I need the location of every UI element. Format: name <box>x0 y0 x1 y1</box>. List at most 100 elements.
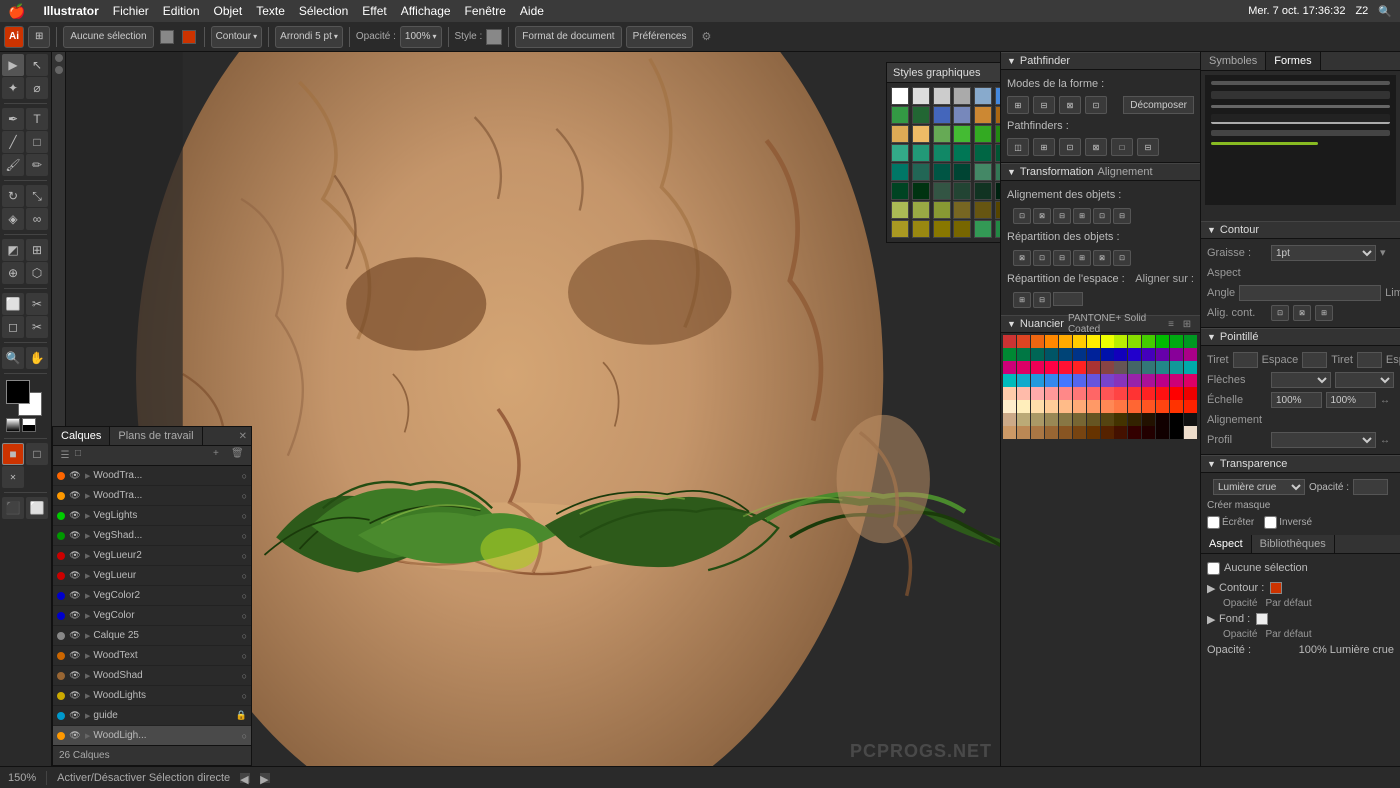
magic-wand-tool[interactable]: ✦ <box>2 77 24 99</box>
layer-lock[interactable]: ○ <box>242 731 247 741</box>
nuancier-swatch[interactable] <box>1087 361 1100 374</box>
layer-item[interactable]: 👁▶Calque 25○ <box>53 626 251 646</box>
style-swatch-item[interactable] <box>891 201 909 219</box>
layer-expand[interactable]: ▶ <box>85 492 90 500</box>
pf-intersect-btn[interactable]: ⊠ <box>1059 96 1081 114</box>
style-swatch-item[interactable] <box>995 201 1000 219</box>
style-swatch-item[interactable] <box>912 182 930 200</box>
alig-center-btn[interactable]: ⊠ <box>1293 305 1311 321</box>
nuancier-swatch[interactable] <box>1114 374 1127 387</box>
nuancier-swatch[interactable] <box>1073 387 1086 400</box>
fleches-end-select[interactable] <box>1335 372 1395 388</box>
style-swatch-item[interactable] <box>891 87 909 105</box>
nuancier-swatch[interactable] <box>1156 348 1169 361</box>
forme-line-5[interactable] <box>1211 130 1390 136</box>
toolbar-options-btn[interactable]: ⚙ <box>701 30 711 43</box>
nuancier-swatch[interactable] <box>1059 348 1072 361</box>
tiret1-input[interactable] <box>1233 352 1258 368</box>
nuancier-swatch[interactable] <box>1156 426 1169 439</box>
style-swatch-item[interactable] <box>933 144 951 162</box>
shear-tool[interactable]: ◈ <box>2 208 24 230</box>
nuancier-swatch[interactable] <box>1059 400 1072 413</box>
style-swatch-item[interactable] <box>891 163 909 181</box>
nuancier-swatch[interactable] <box>1142 400 1155 413</box>
nuancier-swatch[interactable] <box>1059 426 1072 439</box>
inverse-checkbox[interactable] <box>1264 516 1277 529</box>
nuancier-swatch[interactable] <box>1128 374 1141 387</box>
align-top-btn[interactable]: ⊞ <box>1073 208 1091 224</box>
nuancier-swatch[interactable] <box>1101 426 1114 439</box>
bibliotheques-tab[interactable]: Bibliothèques <box>1252 535 1335 553</box>
nuancier-header[interactable]: ▼ Nuancier PANTONE+ Solid Coated ≡ ⊞ <box>1001 315 1200 333</box>
style-swatch-item[interactable] <box>995 182 1000 200</box>
fond-color-swatch[interactable] <box>1256 613 1268 625</box>
pathfinder-header[interactable]: ▼ Pathfinder <box>1001 52 1200 70</box>
nuancier-swatch[interactable] <box>1170 413 1183 426</box>
navigator-btn[interactable]: ◀ <box>240 773 250 783</box>
menu-aide[interactable]: Aide <box>520 4 544 18</box>
zoom-tool[interactable]: 🔍 <box>2 347 24 369</box>
contour-color-swatch[interactable] <box>1270 582 1282 594</box>
nuancier-swatch[interactable] <box>1101 335 1114 348</box>
nuancier-swatch[interactable] <box>1156 400 1169 413</box>
forme-line-1[interactable] <box>1211 81 1390 85</box>
layer-expand[interactable]: ▶ <box>85 732 90 740</box>
nuancier-swatch[interactable] <box>1184 335 1197 348</box>
distrib-top-btn[interactable]: ⊠ <box>1013 250 1031 266</box>
transparence-header[interactable]: ▼ Transparence <box>1201 455 1400 473</box>
profil-select[interactable] <box>1271 432 1376 448</box>
nuancier-swatch[interactable] <box>1045 413 1058 426</box>
preferences-btn[interactable]: Préférences <box>626 26 694 48</box>
layer-item[interactable]: 👁▶WoodLigh...○ <box>53 726 251 745</box>
color-swatch-mini[interactable] <box>182 30 196 44</box>
nuancier-swatch[interactable] <box>1128 387 1141 400</box>
layer-visibility[interactable]: 👁 <box>68 549 82 563</box>
screen-mode-btn[interactable]: ⬛ <box>2 497 24 519</box>
blend-tool[interactable]: ∞ <box>26 208 48 230</box>
foreground-swatch[interactable] <box>6 380 30 404</box>
layer-expand[interactable]: ▶ <box>85 712 90 720</box>
type-tool[interactable]: T <box>26 108 48 130</box>
echelle2-input[interactable] <box>1326 392 1377 408</box>
align-hcenter-btn[interactable]: ⊠ <box>1033 208 1051 224</box>
nuancier-swatch[interactable] <box>1003 348 1016 361</box>
menu-selection[interactable]: Sélection <box>299 4 348 18</box>
nuancier-swatch[interactable] <box>1128 335 1141 348</box>
nuancier-swatch[interactable] <box>1087 387 1100 400</box>
nuancier-swatch[interactable] <box>1101 361 1114 374</box>
style-swatch-item[interactable] <box>974 220 992 238</box>
style-swatch-item[interactable] <box>995 220 1000 238</box>
layer-visibility[interactable]: 👁 <box>68 729 82 743</box>
none-btn[interactable]: ✕ <box>2 466 24 488</box>
style-swatch-item[interactable] <box>891 220 909 238</box>
style-swatch-item[interactable] <box>995 163 1000 181</box>
layer-item[interactable]: 👁▶WoodShad○ <box>53 666 251 686</box>
nuancier-swatch[interactable] <box>1003 387 1016 400</box>
profil-flip-btn[interactable]: ↔ <box>1380 435 1394 446</box>
search-icon[interactable]: 🔍 <box>1378 5 1392 18</box>
fill-btn[interactable]: ■ <box>2 443 24 465</box>
layer-visibility[interactable]: 👁 <box>68 709 82 723</box>
layers-close[interactable]: ✕ <box>239 431 247 442</box>
slice-tool[interactable]: ✂ <box>26 293 48 315</box>
nuancier-swatch[interactable] <box>1114 361 1127 374</box>
scale-tool[interactable]: ⤡ <box>26 185 48 207</box>
echelle1-input[interactable] <box>1271 392 1322 408</box>
layer-lock[interactable]: ○ <box>242 671 247 681</box>
rect-tool[interactable]: □ <box>26 131 48 153</box>
layer-lock[interactable]: ○ <box>242 611 247 621</box>
nuancier-swatch[interactable] <box>1170 426 1183 439</box>
pf-merge-btn[interactable]: ⊡ <box>1059 138 1081 156</box>
nuancier-swatch[interactable] <box>1101 400 1114 413</box>
nuancier-swatch[interactable] <box>1087 374 1100 387</box>
nuancier-swatch[interactable] <box>1114 413 1127 426</box>
nuancier-swatch[interactable] <box>1073 426 1086 439</box>
nuancier-swatch[interactable] <box>1184 426 1197 439</box>
nuancier-swatch[interactable] <box>1087 400 1100 413</box>
layer-expand[interactable]: ▶ <box>85 612 90 620</box>
nuancier-swatch[interactable] <box>1059 374 1072 387</box>
aucune-sel-checkbox[interactable] <box>1207 562 1220 575</box>
space-v-btn[interactable]: ⊞ <box>1013 292 1031 308</box>
nuancier-list-btn[interactable]: ≡ <box>1164 317 1178 331</box>
align-bottom-btn[interactable]: ⊟ <box>1113 208 1131 224</box>
